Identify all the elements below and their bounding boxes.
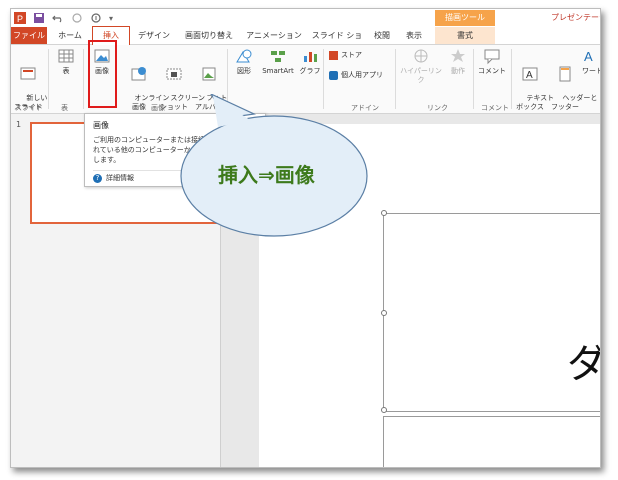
tab-file[interactable]: ファイル <box>11 27 47 44</box>
wordart-button[interactable]: A ワード <box>582 47 601 76</box>
svg-text:P: P <box>17 14 23 24</box>
tab-slideshow[interactable]: スライド ショー <box>309 27 365 57</box>
smartart-label: SmartArt <box>262 67 294 75</box>
ribbon-divider <box>227 49 228 109</box>
ribbon-divider <box>48 49 49 109</box>
redo-icon[interactable] <box>71 12 83 24</box>
chart-label: グラフ <box>299 67 321 75</box>
ribbon-divider <box>473 49 474 109</box>
group-label-comments: コメント <box>481 104 509 112</box>
chart-icon <box>304 52 317 62</box>
comment-icon <box>484 49 500 65</box>
tooltip-more-info-label: 詳細情報 <box>106 174 134 182</box>
svg-text:A: A <box>584 49 593 64</box>
tab-animations[interactable]: アニメーション <box>243 27 305 44</box>
store-label: ストア <box>341 51 362 59</box>
shapes-button[interactable]: 図形 <box>231 47 257 76</box>
help-icon: ? <box>93 173 102 183</box>
header-footer-label: ヘッダーと フッター <box>551 94 598 111</box>
table-icon <box>58 49 74 63</box>
contextual-tab-group-label: 描画ツール <box>435 10 495 26</box>
header-footer-button[interactable]: ヘッダーと フッター <box>549 47 597 121</box>
store-button[interactable]: ストア <box>329 51 362 60</box>
slide-number: 1 <box>16 120 22 129</box>
powerpoint-logo-icon: P <box>14 12 26 24</box>
screenshot-icon <box>166 68 182 80</box>
svg-text:A: A <box>526 70 533 81</box>
action-label: 動作 <box>451 67 465 75</box>
title-bar: P ▾ 描画ツール プレゼンテーシ <box>11 9 600 27</box>
tooltip-more-info[interactable]: ? 詳細情報 <box>93 173 134 183</box>
wordart-icon: A <box>584 49 593 64</box>
comment-button[interactable]: コメント <box>477 47 507 76</box>
ribbon-divider <box>395 49 396 109</box>
action-star-icon <box>451 49 465 62</box>
tooltip-title: 画像 <box>93 121 109 130</box>
tab-view[interactable]: 表示 <box>399 27 429 44</box>
quick-access-toolbar: P ▾ <box>14 11 113 25</box>
customize-qat-icon[interactable]: ▾ <box>109 14 113 23</box>
chart-button[interactable]: グラフ <box>299 47 321 76</box>
powerpoint-window: P ▾ 描画ツール プレゼンテーシ ファイル ホーム 挿入 デザイン 画面切り替… <box>10 8 601 468</box>
textbox-button[interactable]: A テキスト ボックス <box>513 47 554 121</box>
table-button[interactable]: 表 <box>55 47 77 76</box>
tab-review[interactable]: 校閲 <box>369 27 395 44</box>
slide-title-text: ダ <box>567 331 600 389</box>
resize-handle[interactable] <box>381 310 387 316</box>
store-icon <box>329 51 338 60</box>
group-label-images: 画像 <box>151 104 165 112</box>
callout-text: 挿入⇒画像 <box>218 163 315 187</box>
shapes-label: 図形 <box>237 67 251 75</box>
subtitle-placeholder[interactable] <box>383 416 600 467</box>
tooltip-description: ご利用のコンピューターまたは接続されている他のコンピューターから挿入します。 <box>93 136 212 164</box>
action-button[interactable]: 動作 <box>447 47 469 76</box>
group-label-tables: 表 <box>61 104 68 112</box>
wordart-label: ワード <box>582 67 601 75</box>
online-picture-icon <box>131 67 146 81</box>
tab-home[interactable]: ホーム <box>53 27 87 44</box>
shapes-icon <box>236 49 252 63</box>
ribbon-divider <box>323 49 324 109</box>
textbox-icon: A <box>522 67 538 81</box>
table-label: 表 <box>62 67 70 75</box>
touch-mode-icon[interactable] <box>90 12 102 24</box>
tab-design[interactable]: デザイン <box>133 27 175 44</box>
comment-label: コメント <box>478 67 506 75</box>
tab-format[interactable]: 書式 <box>435 27 495 44</box>
resize-handle[interactable] <box>381 210 387 216</box>
hyperlink-button[interactable]: ハイパーリンク <box>399 47 443 85</box>
globe-link-icon <box>414 49 428 63</box>
ribbon-divider <box>511 49 512 109</box>
apps-icon <box>329 71 338 80</box>
save-icon[interactable] <box>33 12 45 24</box>
resize-handle[interactable] <box>381 407 387 413</box>
smartart-icon <box>271 51 285 62</box>
group-label-slides: スライド <box>15 104 43 112</box>
undo-icon[interactable] <box>52 12 64 24</box>
hyperlink-label: ハイパーリンク <box>400 67 442 84</box>
photo-album-button[interactable]: フォト アルバム <box>193 47 228 121</box>
header-footer-icon <box>559 66 571 82</box>
image-button-highlight <box>88 40 117 108</box>
tab-transitions[interactable]: 画面切り替え <box>179 27 239 44</box>
photo-album-label: フォト アルバム <box>195 94 228 111</box>
document-title: プレゼンテーシ <box>551 13 600 22</box>
smartart-button[interactable]: SmartArt <box>259 47 297 76</box>
group-label-apps: アドイン <box>351 104 379 112</box>
personal-apps-button[interactable]: 個人用アプリ <box>329 71 383 80</box>
ribbon-divider <box>83 49 84 109</box>
new-slide-icon <box>20 67 36 80</box>
group-label-links: リンク <box>427 104 448 112</box>
photo-album-icon <box>202 67 216 81</box>
personal-apps-label: 個人用アプリ <box>341 71 383 79</box>
